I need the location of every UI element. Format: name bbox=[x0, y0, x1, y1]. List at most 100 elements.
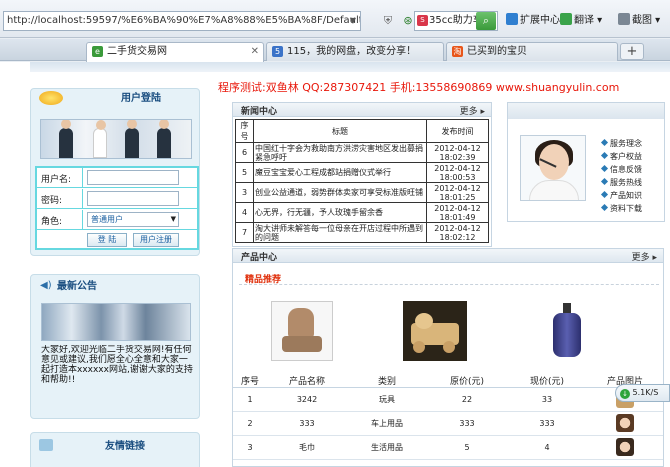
products-more-link[interactable]: 更多 ▸ bbox=[632, 250, 657, 263]
table-row[interactable]: 5 魔豆宝宝爱心工程成都站捐赠仪式举行 2012-04-12 18:00:53 bbox=[235, 162, 489, 183]
news-title: 新闻中心 bbox=[241, 107, 278, 117]
products-header-row: 序号 产品名称 类别 原价(元) 现价(元) 产品图片 bbox=[233, 374, 663, 388]
translate-icon bbox=[560, 13, 572, 25]
column-header: 产品名称 bbox=[267, 374, 347, 388]
table-row[interactable]: 7 淘大讲师未解答每一位母亲在开店过程中所遇到的问题 2012-04-12 18:… bbox=[235, 222, 489, 243]
screenshot-button[interactable]: 截图 ▾ bbox=[618, 13, 660, 29]
column-header: 序号 bbox=[233, 374, 267, 388]
news-title-link[interactable]: 创业公益通道，弱势群体卖家可享受标准版旺铺 bbox=[253, 182, 427, 203]
close-icon[interactable]: ✕ bbox=[251, 43, 259, 60]
column-header: 序号 bbox=[235, 119, 254, 143]
news-title-link[interactable]: 淘大讲师未解答每一位母亲在开店过程中所遇到的问题 bbox=[253, 222, 427, 243]
friend-links-panel: 友情链接 bbox=[30, 432, 200, 467]
page-icon: 淘 bbox=[452, 46, 463, 57]
tab-purchased[interactable]: 淘 已买到的宝贝 bbox=[446, 42, 618, 61]
tab-label: 115，我的网盘，改变分享！ bbox=[287, 46, 417, 57]
news-panel: 新闻中心 更多 ▸ 序号 标题 发布时间 6 中国红十字会为救助南方洪涝灾害地区… bbox=[232, 102, 492, 247]
tab-trade-site[interactable]: e 二手货交易网 ✕ bbox=[86, 42, 264, 62]
person-icon bbox=[93, 120, 107, 158]
product-id: 1 bbox=[233, 387, 267, 412]
news-more-link[interactable]: 更多 ▸ bbox=[460, 104, 485, 117]
address-bar[interactable]: http://localhost:59597/%E6%BA%90%E7%A8%8… bbox=[3, 11, 361, 31]
login-title: 用户登陆 bbox=[121, 93, 161, 104]
person-icon bbox=[125, 120, 139, 158]
person-icon bbox=[157, 120, 171, 158]
product-name[interactable]: 毛巾 bbox=[267, 435, 347, 460]
service-link[interactable]: 服务热线 bbox=[600, 176, 664, 189]
service-link[interactable]: 服务理念 bbox=[600, 137, 664, 150]
extensions-label: 扩展中心 bbox=[520, 15, 560, 26]
password-row: 密码: bbox=[37, 189, 197, 209]
product-category: 生活用品 bbox=[347, 435, 427, 460]
product-current-price: 33 bbox=[507, 387, 587, 412]
product-category: 车上用品 bbox=[347, 411, 427, 436]
username-field[interactable] bbox=[87, 170, 179, 185]
product-current-price: 4 bbox=[507, 435, 587, 460]
chevron-down-icon: ▼ bbox=[170, 215, 176, 223]
table-row[interactable]: 2 333 车上用品 333 333 bbox=[233, 411, 663, 436]
divider bbox=[239, 284, 659, 285]
search-engine-icon[interactable]: S bbox=[417, 15, 428, 26]
username-label: 用户名: bbox=[41, 175, 72, 185]
bottle-image[interactable] bbox=[535, 301, 601, 361]
news-table: 序号 标题 发布时间 6 中国红十字会为救助南方洪涝灾害地区发出募捐紧急呼吁 2… bbox=[235, 119, 489, 243]
news-id: 7 bbox=[235, 222, 254, 243]
notice-panel: ◀) 最新公告 大家好,欢迎光临二手货交易网!有任何意见或建议,我们愿全心全意和… bbox=[30, 274, 200, 419]
product-thumbnail[interactable] bbox=[616, 413, 634, 432]
speed-indicator[interactable]: ↓ 5.1K/S bbox=[615, 384, 670, 402]
divider bbox=[82, 189, 83, 208]
news-id: 4 bbox=[235, 202, 254, 223]
bullet-icon bbox=[600, 177, 609, 186]
service-link[interactable]: 信息反馈 bbox=[600, 163, 664, 176]
table-row[interactable]: 3 创业公益通道，弱势群体卖家可享受标准版旺铺 2012-04-12 18:01:… bbox=[235, 182, 489, 203]
login-button[interactable]: 登 陆 bbox=[87, 233, 127, 247]
friend-links-title: 友情链接 bbox=[105, 441, 145, 452]
service-link[interactable]: 客户权益 bbox=[600, 150, 664, 163]
product-name[interactable]: 333 bbox=[267, 411, 347, 436]
translate-label: 翻译 bbox=[574, 15, 594, 26]
tab-label: 二手货交易网 bbox=[107, 46, 167, 57]
new-tab-button[interactable]: + bbox=[620, 43, 644, 60]
address-dropdown-icon[interactable]: ▼ bbox=[350, 12, 356, 30]
car-seat-image[interactable] bbox=[271, 301, 333, 361]
service-header bbox=[508, 103, 664, 119]
person-icon bbox=[59, 120, 73, 158]
address-url: http://localhost:59597/%E6%BA%90%E7%A8%8… bbox=[7, 15, 361, 26]
service-link[interactable]: 产品知识 bbox=[600, 189, 664, 202]
more-label: 更多 bbox=[459, 107, 478, 117]
news-title-link[interactable]: 魔豆宝宝爱心工程成都站捐赠仪式举行 bbox=[253, 162, 427, 183]
extensions-button[interactable]: 扩展中心 bbox=[506, 13, 560, 29]
bullet-icon bbox=[600, 203, 609, 212]
translate-button[interactable]: 翻译 ▾ bbox=[560, 13, 602, 29]
products-panel: 产品中心 更多 ▸ 精品推荐 序号 产品名称 类别 原价(元) 现价(元) 产品… bbox=[232, 248, 664, 467]
products-header: 产品中心 更多 ▸ bbox=[233, 249, 663, 263]
news-header: 新闻中心 更多 ▸ bbox=[233, 103, 491, 117]
screenshot-label: 截图 bbox=[632, 15, 652, 26]
role-select[interactable]: 普通用户 ▼ bbox=[87, 212, 179, 227]
table-row[interactable]: 6 中国红十字会为救助南方洪涝灾害地区发出募捐紧急呼吁 2012-04-12 18… bbox=[235, 142, 489, 163]
bullet-icon bbox=[600, 151, 609, 160]
divider bbox=[82, 168, 83, 187]
product-image-cell bbox=[587, 435, 663, 460]
product-thumbnail[interactable] bbox=[616, 437, 634, 456]
table-row[interactable]: 1 3242 玩具 22 33 bbox=[233, 387, 663, 412]
search-icon[interactable]: ⌕ bbox=[476, 12, 496, 30]
password-field[interactable] bbox=[87, 191, 179, 206]
password-label: 密码: bbox=[41, 196, 63, 206]
column-header: 发布时间 bbox=[426, 119, 489, 143]
wooden-toy-image[interactable] bbox=[403, 301, 467, 361]
notice-title: 最新公告 bbox=[57, 281, 97, 292]
role-row: 角色: 普通用户 ▼ bbox=[37, 210, 197, 230]
product-original-price: 333 bbox=[427, 411, 507, 436]
page-icon: 5 bbox=[272, 46, 283, 57]
tab-115-disk[interactable]: 5 115，我的网盘，改变分享！ bbox=[266, 42, 444, 61]
table-row[interactable]: 3 毛巾 生活用品 5 4 bbox=[233, 435, 663, 460]
news-title-link[interactable]: 中国红十字会为救助南方洪涝灾害地区发出募捐紧急呼吁 bbox=[253, 142, 427, 163]
news-title-link[interactable]: 心无界，行无疆，予人玫瑰手留余香 bbox=[253, 202, 427, 223]
service-link[interactable]: 资料下载 bbox=[600, 202, 664, 215]
product-name[interactable]: 3242 bbox=[267, 387, 347, 412]
register-button[interactable]: 用户注册 bbox=[133, 233, 179, 247]
table-row[interactable]: 4 心无界，行无疆，予人玫瑰手留余香 2012-04-12 18:01:49 bbox=[235, 202, 489, 223]
shield-icon[interactable]: ⛨ bbox=[380, 13, 396, 29]
customer-service-photo bbox=[520, 135, 586, 201]
